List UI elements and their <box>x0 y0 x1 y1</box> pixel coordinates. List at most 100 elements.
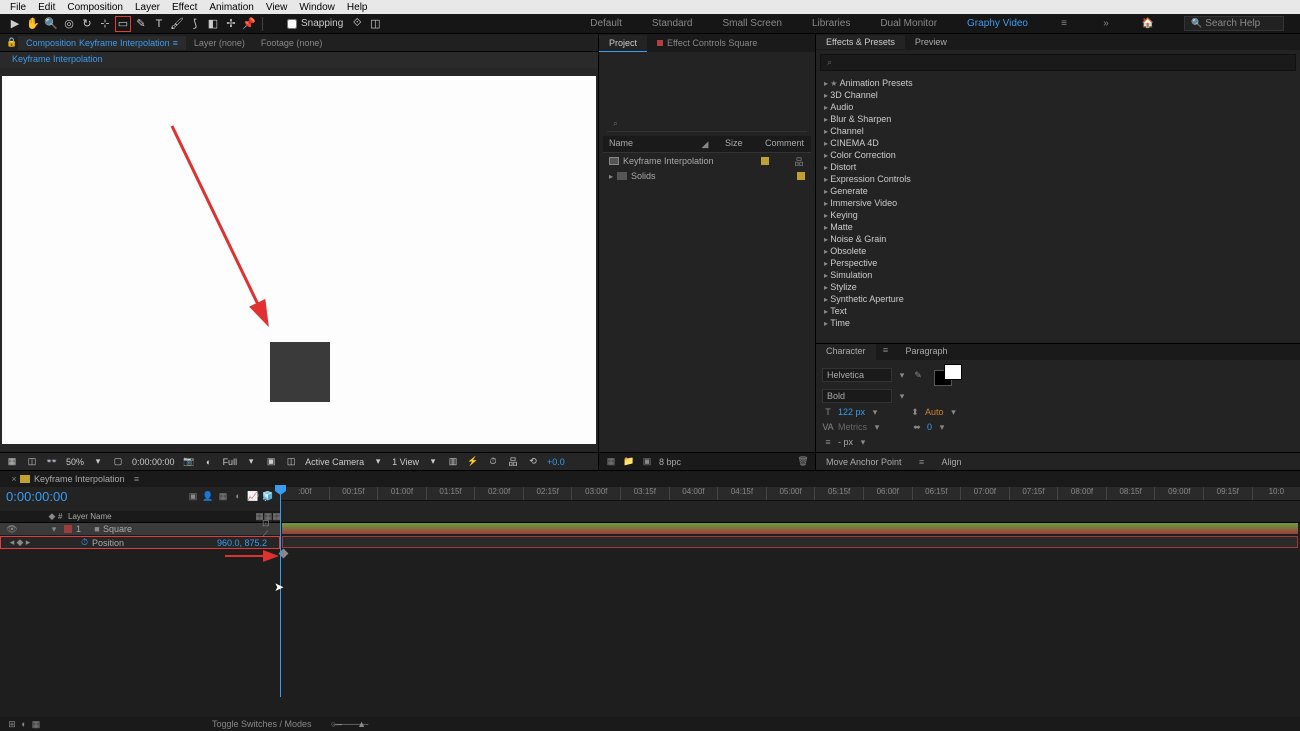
view-dropdown[interactable]: 1 View <box>392 457 419 467</box>
fx-category[interactable]: Channel <box>816 125 1300 137</box>
fx-category[interactable]: Noise & Grain <box>816 233 1300 245</box>
fx-category[interactable]: Matte <box>816 221 1300 233</box>
move-anchor-tab[interactable]: Move Anchor Point <box>816 455 912 469</box>
ruler-mark[interactable]: 03:15f <box>620 487 669 500</box>
timeline-tab[interactable]: × Keyframe Interpolation ≡ <box>0 471 1300 487</box>
fx-category[interactable]: Distort <box>816 161 1300 173</box>
search-help-input[interactable]: Search Help <box>1184 16 1284 31</box>
fx-category[interactable]: 3D Channel <box>816 89 1300 101</box>
res-dropdown-icon[interactable]: ▾ <box>245 456 257 468</box>
anchor-tool-icon[interactable]: ⊹ <box>97 16 113 32</box>
fill-stroke-swatch[interactable] <box>934 364 964 386</box>
menu-layer[interactable]: Layer <box>129 2 166 13</box>
fx-category[interactable]: Time <box>816 317 1300 329</box>
bit-depth[interactable]: 8 bpc <box>659 457 681 467</box>
workarea-bar[interactable] <box>280 511 1300 523</box>
col-name[interactable]: Name <box>609 138 685 150</box>
workspace-standard[interactable]: Standard <box>652 18 693 29</box>
eraser-tool-icon[interactable]: ◧ <box>205 16 221 32</box>
roto-tool-icon[interactable]: ✢ <box>223 16 239 32</box>
kern-dropdown-icon[interactable]: ▾ <box>871 421 883 433</box>
ruler-mark[interactable]: 07:00f <box>960 487 1009 500</box>
label-col-icon[interactable]: ◆ <box>46 511 58 523</box>
zoom-level[interactable]: 50% <box>66 457 84 467</box>
tl-mode3-icon[interactable]: ▦ <box>30 718 42 730</box>
flowchart-icon[interactable]: 品 <box>507 456 519 468</box>
next-kf-icon[interactable]: ▸ <box>22 537 34 549</box>
tl-mode-icon[interactable]: ⊞ <box>6 718 18 730</box>
fx-category[interactable]: Animation Presets <box>816 77 1300 89</box>
stroke-value[interactable]: - px <box>838 437 853 447</box>
eyedropper-icon[interactable]: ✎ <box>912 369 924 381</box>
ruler-mark[interactable]: 04:15f <box>717 487 766 500</box>
layer-bars-area[interactable] <box>280 523 1300 549</box>
fx-category[interactable]: Stylize <box>816 281 1300 293</box>
timeline-ruler-area[interactable]: :00f 00:15f 01:00f 01:15f 02:00f 02:15f … <box>280 487 1300 511</box>
property-row-position[interactable]: ◂ ◆ ▸ ⏱ Position 960.0, 875.2 <box>0 536 280 549</box>
zoom-slider[interactable]: ○───── <box>344 718 356 730</box>
clone-tool-icon[interactable]: ⟆ <box>187 16 203 32</box>
menu-view[interactable]: View <box>260 2 294 13</box>
menu-file[interactable]: File <box>4 2 32 13</box>
workspace-small[interactable]: Small Screen <box>723 18 782 29</box>
ruler-mark[interactable]: 02:00f <box>474 487 523 500</box>
new-folder-icon[interactable]: 📁 <box>623 456 635 468</box>
fx-category[interactable]: Synthetic Aperture <box>816 293 1300 305</box>
type-tool-icon[interactable]: T <box>151 16 167 32</box>
layer-row-square[interactable]: 👁 ▾ 1 ■ Square ⊡ ⟋ <box>0 523 280 536</box>
font-dropdown-icon[interactable]: ▾ <box>896 369 908 381</box>
footage-tab[interactable]: Footage (none) <box>253 36 331 50</box>
fx-category[interactable]: Simulation <box>816 269 1300 281</box>
view-dropdown-icon[interactable]: ▾ <box>427 456 439 468</box>
motion-blur-icon[interactable]: ◐ <box>232 490 244 502</box>
menu-animation[interactable]: Animation <box>203 2 259 13</box>
menu-composition[interactable]: Composition <box>61 2 129 13</box>
fx-category[interactable]: CINEMA 4D <box>816 137 1300 149</box>
snap-option2-icon[interactable]: ◫ <box>367 16 383 32</box>
workspace-expand-icon[interactable]: » <box>1100 18 1112 30</box>
home-icon[interactable]: 🏠 <box>1142 18 1154 30</box>
fx-category[interactable]: Expression Controls <box>816 173 1300 185</box>
tab-menu-icon[interactable]: ≡ <box>131 473 143 485</box>
layer-tab[interactable]: Layer (none) <box>186 36 253 50</box>
visibility-icon[interactable]: 👁 <box>6 523 18 535</box>
new-comp-icon[interactable]: ▣ <box>641 456 653 468</box>
workspace-dual[interactable]: Dual Monitor <box>880 18 937 29</box>
tracking-value[interactable]: 0 <box>927 422 932 432</box>
align-tab[interactable]: Align <box>932 455 972 469</box>
twirl-icon[interactable]: ▾ <box>48 523 60 535</box>
fx-category[interactable]: Perspective <box>816 257 1300 269</box>
fx-category[interactable]: Audio <box>816 101 1300 113</box>
layer-label-swatch[interactable] <box>64 525 72 533</box>
ruler-mark[interactable]: 08:00f <box>1057 487 1106 500</box>
size-dropdown-icon[interactable]: ▾ <box>869 406 881 418</box>
col-size[interactable]: Size <box>725 138 765 150</box>
col-layer-name[interactable]: Layer Name <box>68 512 262 521</box>
close-tab-icon[interactable]: × <box>8 473 20 485</box>
composition-canvas[interactable] <box>2 76 596 444</box>
menu-effect[interactable]: Effect <box>166 2 203 13</box>
ruler-mark[interactable]: 09:00f <box>1154 487 1203 500</box>
property-track[interactable] <box>282 536 1298 548</box>
workspace-menu-icon[interactable]: ≡ <box>1058 18 1070 30</box>
channel-icon[interactable]: ◐ <box>203 456 215 468</box>
transparency-icon[interactable]: ◫ <box>285 456 297 468</box>
snap-option-icon[interactable]: ⟐ <box>349 16 365 32</box>
delete-icon[interactable]: 🗑 <box>797 456 809 468</box>
char-menu-icon[interactable]: ≡ <box>876 344 896 356</box>
tl-mode2-icon[interactable]: ◐ <box>18 718 30 730</box>
stroke-dropdown-icon[interactable]: ▾ <box>857 436 869 448</box>
fx-category[interactable]: Text <box>816 305 1300 317</box>
project-item-folder[interactable]: ▸ Solids <box>603 169 811 183</box>
comp-mini-icon[interactable]: ▣ <box>187 490 199 502</box>
fx-category[interactable]: Generate <box>816 185 1300 197</box>
project-search-input[interactable]: ⌕ <box>607 116 807 132</box>
resolution-dropdown[interactable]: Full <box>223 457 238 467</box>
leading-value[interactable]: Auto <box>925 407 944 417</box>
disclosure-icon[interactable]: ▸ <box>609 172 613 181</box>
layer-duration-bar[interactable] <box>282 523 1298 534</box>
brush-tool-icon[interactable]: 🖌 <box>169 16 185 32</box>
workspace-default[interactable]: Default <box>590 18 622 29</box>
lock-icon[interactable]: 🔒 <box>6 37 18 49</box>
roi-icon[interactable]: ▣ <box>265 456 277 468</box>
